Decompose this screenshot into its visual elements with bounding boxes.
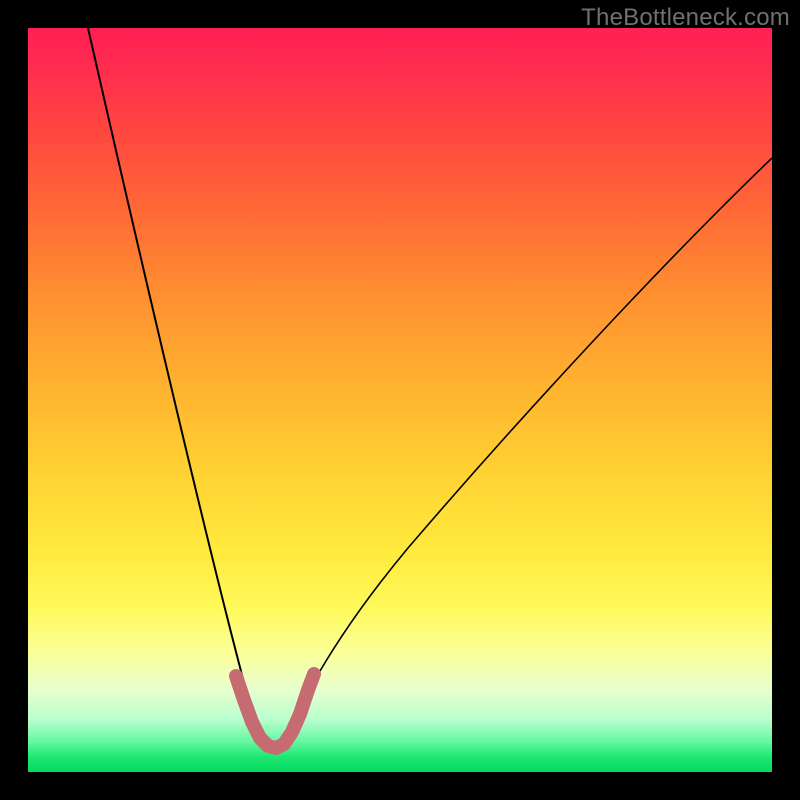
curve-layer [28,28,772,772]
chart-frame: TheBottleneck.com [0,0,800,800]
curve-right-branch [278,158,772,746]
curve-left-branch [88,28,263,743]
plot-area [28,28,772,772]
watermark-text: TheBottleneck.com [581,4,790,32]
optimal-range-highlight [236,674,314,748]
